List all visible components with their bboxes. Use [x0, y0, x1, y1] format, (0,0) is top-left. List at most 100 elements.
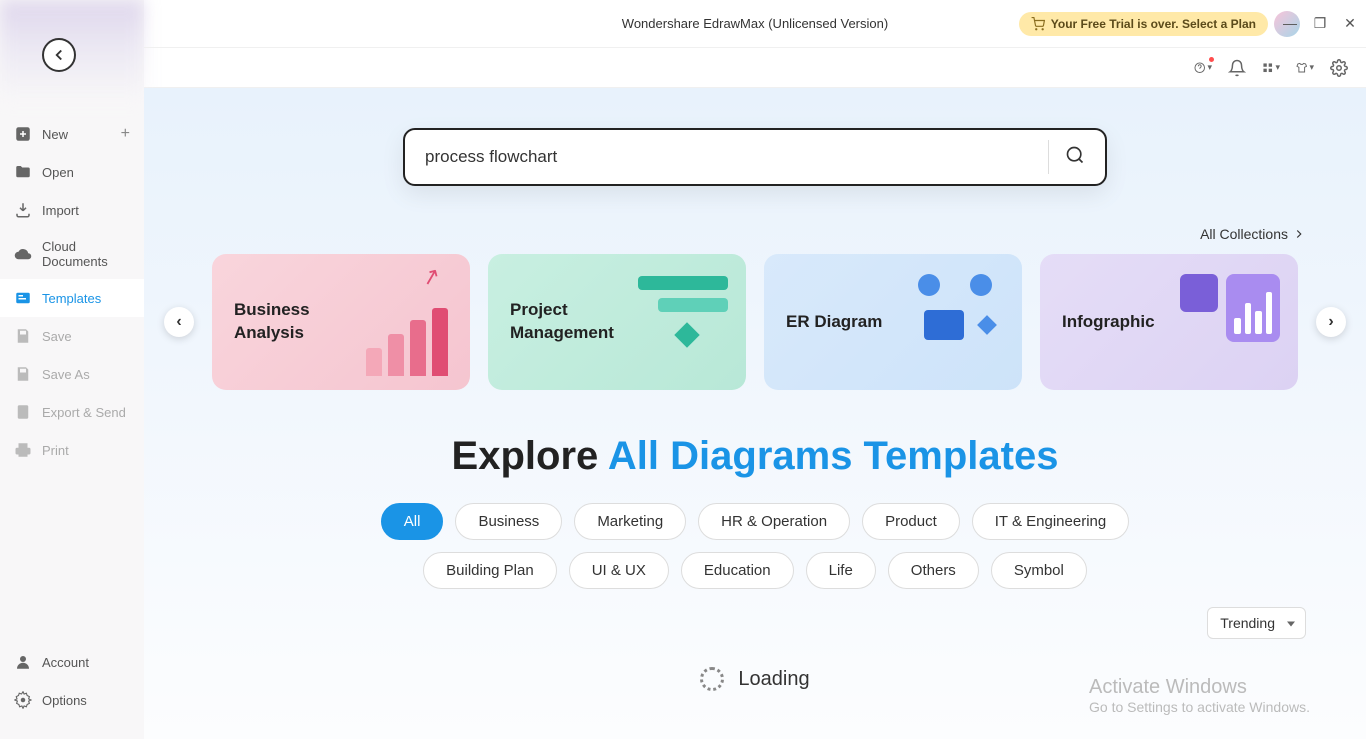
sidebar-item-label: Templates: [42, 291, 101, 306]
card-er-diagram[interactable]: ER Diagram: [764, 254, 1022, 390]
watermark-line1: Activate Windows: [1089, 676, 1310, 699]
sidebar-item-label: Import: [42, 203, 79, 218]
minimize-button[interactable]: —: [1282, 15, 1298, 32]
toolbar: ▾ ▾ ▾: [144, 48, 1366, 88]
sidebar-bottom: Account Options: [0, 643, 144, 739]
sidebar-item-label: Save As: [42, 367, 90, 382]
sidebar-item-new[interactable]: New +: [0, 115, 144, 153]
all-collections-row: All Collections: [144, 226, 1366, 242]
filter-education[interactable]: Education: [681, 552, 794, 589]
sidebar-item-label: Print: [42, 443, 69, 458]
window-controls: — ❐ ✕: [1282, 15, 1358, 32]
save-as-icon: [14, 365, 32, 383]
new-plus-icon[interactable]: +: [121, 125, 130, 143]
search-wrap: [144, 128, 1366, 186]
all-collections-label: All Collections: [1200, 226, 1288, 242]
apps-icon[interactable]: ▾: [1262, 59, 1280, 77]
filter-hr-operation[interactable]: HR & Operation: [698, 503, 850, 540]
filter-life[interactable]: Life: [806, 552, 876, 589]
chevron-right-icon: [1292, 227, 1306, 241]
info-graphic: [1180, 274, 1280, 342]
shirt-icon[interactable]: ▾: [1296, 59, 1314, 77]
trial-banner-text: Your Free Trial is over. Select a Plan: [1051, 17, 1256, 31]
collections-carousel: ‹ Business Analysis ↗ Project Management…: [144, 254, 1366, 390]
sort-select[interactable]: Trending: [1207, 607, 1306, 639]
carousel-prev[interactable]: ‹: [164, 307, 194, 337]
card-title: Project Management: [510, 299, 630, 345]
sidebar-item-import[interactable]: Import: [0, 191, 144, 229]
cart-icon: [1031, 17, 1045, 31]
close-button[interactable]: ✕: [1342, 15, 1358, 32]
gantt-graphic: [638, 276, 728, 344]
carousel-track: Business Analysis ↗ Project Management E…: [212, 254, 1298, 390]
search-icon: [1065, 145, 1085, 165]
spinner-icon: [700, 667, 724, 691]
trial-banner[interactable]: Your Free Trial is over. Select a Plan: [1019, 12, 1268, 36]
sort-wrap: Trending: [144, 607, 1366, 639]
sidebar-item-open[interactable]: Open: [0, 153, 144, 191]
plus-square-icon: [14, 125, 32, 143]
er-graphic: [910, 274, 1000, 364]
all-collections-link[interactable]: All Collections: [1200, 226, 1306, 242]
search-input[interactable]: [425, 147, 1032, 167]
settings-icon[interactable]: [1330, 59, 1348, 77]
sidebar-item-label: Cloud Documents: [42, 239, 130, 269]
sidebar-item-cloud[interactable]: Cloud Documents: [0, 229, 144, 279]
import-icon: [14, 201, 32, 219]
gear-icon: [14, 691, 32, 709]
export-icon: [14, 403, 32, 421]
sidebar-item-label: Account: [42, 655, 89, 670]
save-icon: [14, 327, 32, 345]
filter-building-plan[interactable]: Building Plan: [423, 552, 557, 589]
sidebar-item-account[interactable]: Account: [0, 643, 144, 681]
card-title: ER Diagram: [786, 311, 882, 334]
card-business-analysis[interactable]: Business Analysis ↗: [212, 254, 470, 390]
filter-pills: All Business Marketing HR & Operation Pr…: [144, 503, 1366, 589]
help-icon[interactable]: ▾: [1194, 59, 1212, 77]
explore-prefix: Explore: [452, 434, 608, 478]
back-button[interactable]: [42, 38, 76, 72]
sidebar-items: New + Open Import Cloud Documents Templa…: [0, 115, 144, 643]
filter-symbol[interactable]: Symbol: [991, 552, 1087, 589]
templates-icon: [14, 289, 32, 307]
content: All Collections ‹ Business Analysis ↗ Pr…: [144, 88, 1366, 739]
sidebar-item-label: New: [42, 127, 68, 142]
card-infographic[interactable]: Infographic: [1040, 254, 1298, 390]
filter-it-engineering[interactable]: IT & Engineering: [972, 503, 1129, 540]
maximize-button[interactable]: ❐: [1312, 15, 1328, 32]
filter-others[interactable]: Others: [888, 552, 979, 589]
titlebar: Wondershare EdrawMax (Unlicensed Version…: [144, 0, 1366, 48]
sidebar-item-templates[interactable]: Templates: [0, 279, 144, 317]
folder-icon: [14, 163, 32, 181]
filter-marketing[interactable]: Marketing: [574, 503, 686, 540]
bars-graphic: [366, 306, 448, 376]
windows-watermark: Activate Windows Go to Settings to activ…: [1089, 676, 1310, 715]
cloud-icon: [14, 245, 32, 263]
carousel-next[interactable]: ›: [1316, 307, 1346, 337]
filter-ui-ux[interactable]: UI & UX: [569, 552, 669, 589]
arrow-graphic: ↗: [419, 262, 444, 292]
sidebar-item-label: Save: [42, 329, 72, 344]
explore-highlight: All Diagrams Templates: [608, 434, 1059, 478]
sidebar-item-options[interactable]: Options: [0, 681, 144, 719]
sidebar-item-label: Open: [42, 165, 74, 180]
card-project-management[interactable]: Project Management: [488, 254, 746, 390]
loading-label: Loading: [738, 668, 809, 691]
sidebar-item-print[interactable]: Print: [0, 431, 144, 469]
filter-business[interactable]: Business: [455, 503, 562, 540]
app-title: Wondershare EdrawMax (Unlicensed Version…: [622, 16, 888, 31]
search-divider: [1048, 140, 1049, 174]
print-icon: [14, 441, 32, 459]
card-title: Business Analysis: [234, 299, 354, 345]
sidebar-item-save-as[interactable]: Save As: [0, 355, 144, 393]
sidebar: New + Open Import Cloud Documents Templa…: [0, 0, 144, 739]
card-title: Infographic: [1062, 311, 1155, 334]
sidebar-item-export[interactable]: Export & Send: [0, 393, 144, 431]
search-button[interactable]: [1065, 145, 1085, 170]
bell-icon[interactable]: [1228, 59, 1246, 77]
sidebar-item-label: Options: [42, 693, 87, 708]
sidebar-item-save[interactable]: Save: [0, 317, 144, 355]
filter-product[interactable]: Product: [862, 503, 960, 540]
filter-all[interactable]: All: [381, 503, 444, 540]
sidebar-item-label: Export & Send: [42, 405, 126, 420]
